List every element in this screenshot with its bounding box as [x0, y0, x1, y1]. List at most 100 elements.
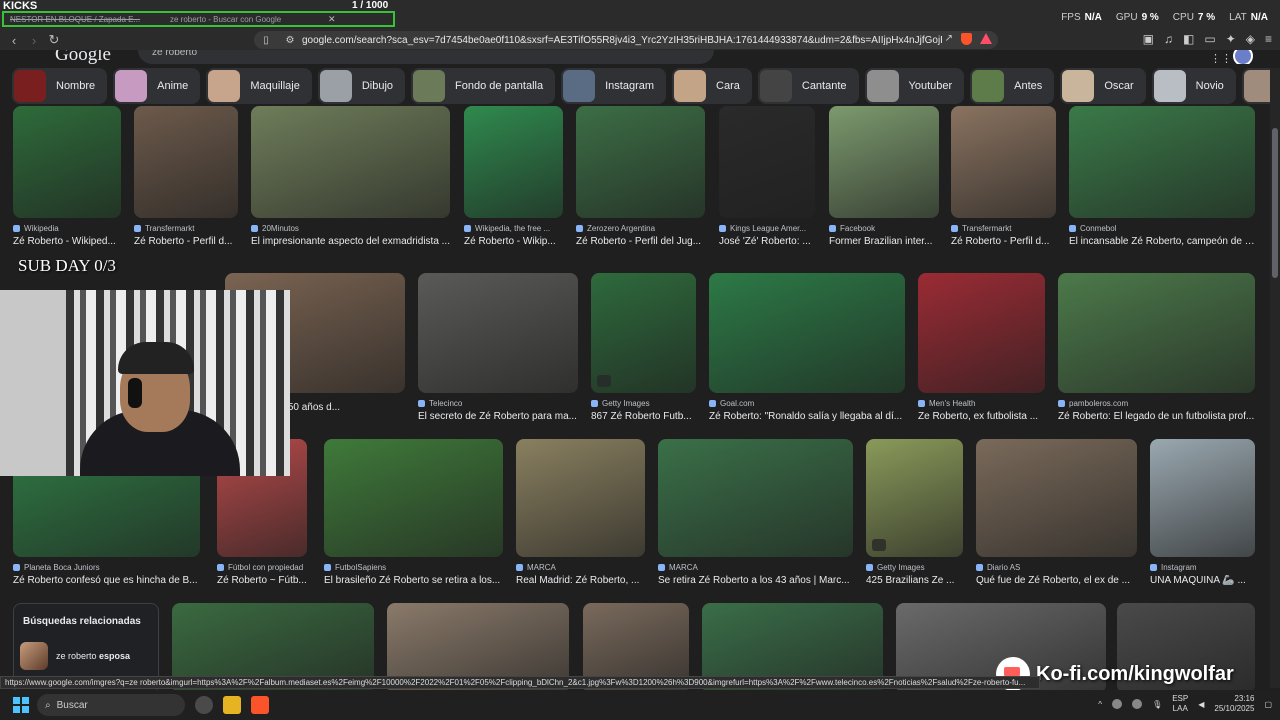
- result-source[interactable]: Goal.com: [709, 399, 905, 408]
- image-result-card[interactable]: Facebook Former Brazilian inter...: [829, 106, 939, 247]
- image-result-card[interactable]: Instagram UNA MÁQUINA 🦾 ...: [1150, 439, 1255, 586]
- brave-shield-icon[interactable]: [961, 33, 972, 45]
- result-thumbnail[interactable]: [591, 273, 696, 393]
- result-source[interactable]: Planeta Boca Juniors: [13, 563, 200, 572]
- tray-chevron-icon[interactable]: ^: [1098, 700, 1102, 709]
- result-thumbnail[interactable]: [1150, 439, 1255, 557]
- result-source[interactable]: FutbolSapiens: [324, 563, 503, 572]
- result-title[interactable]: UNA MÁQUINA 🦾 ...: [1150, 575, 1255, 586]
- image-result-card[interactable]: Getty Images 867 Zé Roberto Futb...: [591, 273, 696, 422]
- result-source[interactable]: pamboleros.com: [1058, 399, 1255, 408]
- result-source[interactable]: 20Minutos: [251, 224, 450, 233]
- leo-icon[interactable]: ✦: [1226, 32, 1236, 46]
- result-title[interactable]: Zé Roberto - Perfil d...: [951, 236, 1056, 247]
- result-source[interactable]: Zerozero Argentina: [576, 224, 705, 233]
- filter-chip[interactable]: Antes: [970, 68, 1055, 104]
- image-result-card[interactable]: Transfermarkt Zé Roberto - Perfil d...: [951, 106, 1056, 247]
- result-thumbnail[interactable]: [251, 106, 450, 218]
- result-source[interactable]: Wikipedia: [13, 224, 121, 233]
- image-result-card[interactable]: MARCA Real Madrid: Zé Roberto, ...: [516, 439, 645, 586]
- filter-chip[interactable]: Nombre: [12, 68, 108, 104]
- language-indicator[interactable]: ESP LAA: [1172, 694, 1188, 714]
- filter-chip[interactable]: Novio: [1151, 68, 1236, 104]
- result-source[interactable]: Transfermarkt: [951, 224, 1056, 233]
- result-title[interactable]: Zé Roberto confesó que es hincha de B...: [13, 575, 200, 586]
- result-title[interactable]: Zé Roberto - Wikip...: [464, 236, 563, 247]
- image-result-card[interactable]: 20Minutos El impresionante aspecto del ex…: [251, 106, 450, 247]
- result-source[interactable]: MARCA: [516, 563, 645, 572]
- image-result-card[interactable]: Wikipedia Zé Roberto - Wikiped...: [13, 106, 121, 247]
- result-source[interactable]: MARCA: [658, 563, 853, 572]
- image-result-card[interactable]: Men's Health Ze Roberto, ex futbolista ..…: [918, 273, 1045, 422]
- share-icon[interactable]: ↗: [945, 33, 953, 45]
- image-result-card[interactable]: Wikipedia, the free ... Zé Roberto - Wiki…: [464, 106, 563, 247]
- tab-ze-roberto[interactable]: ze roberto - Buscar con Google: [164, 15, 324, 24]
- media-icon[interactable]: ♫: [1164, 32, 1173, 46]
- tab-nestor[interactable]: NESTOR EN BLOQUE / Zapada E...: [4, 15, 164, 24]
- related-search-item[interactable]: ze roberto esposa: [20, 642, 130, 670]
- result-title[interactable]: El impresionante aspecto del exmadridist…: [251, 236, 450, 247]
- volume-icon[interactable]: ◀: [1198, 700, 1204, 709]
- result-title[interactable]: El incansable Zé Roberto, campeón de l..…: [1069, 236, 1255, 247]
- image-result-card[interactable]: Goal.com Zé Roberto: "Ronaldo salía y lle…: [709, 273, 905, 422]
- result-title[interactable]: Zé Roberto: El legado de un futbolista p…: [1058, 411, 1255, 422]
- result-source[interactable]: Fútbol con propiedad: [217, 563, 307, 572]
- result-thumbnail[interactable]: [516, 439, 645, 557]
- taskbar-search[interactable]: ⌕ Buscar: [37, 694, 185, 716]
- filter-chip[interactable]: Youtuber: [864, 68, 965, 104]
- result-source[interactable]: Wikipedia, the free ...: [464, 224, 563, 233]
- back-icon[interactable]: ‹: [4, 33, 24, 48]
- image-result-card[interactable]: Getty Images 425 Brazilians Ze ...: [866, 439, 963, 586]
- result-thumbnail[interactable]: [576, 106, 705, 218]
- network-icon[interactable]: [1132, 699, 1143, 709]
- result-thumbnail[interactable]: [918, 273, 1045, 393]
- result-thumbnail[interactable]: [719, 106, 815, 218]
- result-thumbnail[interactable]: [1069, 106, 1255, 218]
- vpn-icon[interactable]: ◈: [1246, 32, 1255, 46]
- search-input[interactable]: ze roberto: [138, 50, 714, 64]
- filter-chip[interactable]: Oscar: [1060, 68, 1146, 104]
- image-result-card[interactable]: Telecinco El secreto de Zé Roberto para m…: [418, 273, 578, 422]
- result-thumbnail[interactable]: [976, 439, 1137, 557]
- reload-icon[interactable]: ↻: [44, 32, 64, 48]
- image-result-card[interactable]: Zerozero Argentina Zé Roberto - Perfil de…: [576, 106, 705, 247]
- task-view-icon[interactable]: [195, 696, 213, 714]
- windows-start-icon[interactable]: [13, 697, 29, 713]
- result-title[interactable]: El secreto de Zé Roberto para ma...: [418, 411, 578, 422]
- result-thumbnail[interactable]: [134, 106, 238, 218]
- result-thumbnail[interactable]: [324, 439, 503, 557]
- result-source[interactable]: Transfermarkt: [134, 224, 238, 233]
- page-scrollbar[interactable]: [1270, 68, 1280, 688]
- image-result-card[interactable]: Conmebol El incansable Zé Roberto, campeó…: [1069, 106, 1255, 247]
- result-title[interactable]: Ze Roberto, ex futbolista ...: [918, 411, 1045, 422]
- scrollbar-thumb[interactable]: [1272, 128, 1278, 278]
- filter-chip[interactable]: Fondo de pantalla: [411, 68, 556, 104]
- result-title[interactable]: Zé Roberto - Perfil del Jug...: [576, 236, 705, 247]
- brave-browser-icon[interactable]: [251, 696, 269, 714]
- clock[interactable]: 23:16 25/10/2025: [1214, 694, 1254, 714]
- wallet-icon[interactable]: ▭: [1204, 32, 1215, 46]
- result-source[interactable]: Men's Health: [918, 399, 1045, 408]
- forward-icon[interactable]: ›: [24, 33, 44, 48]
- url-text[interactable]: google.com/search?sca_esv=7d7454be0ae0f1…: [302, 35, 942, 46]
- image-result-card[interactable]: MARCA Se retira Zé Roberto a los 43 años …: [658, 439, 853, 586]
- result-title[interactable]: Zé Roberto - Perfil d...: [134, 236, 238, 247]
- brave-rewards-icon[interactable]: [980, 33, 992, 44]
- screenshot-icon[interactable]: ▣: [1143, 32, 1154, 46]
- result-thumbnail[interactable]: [866, 439, 963, 557]
- result-title[interactable]: Zé Roberto: "Ronaldo salía y llegaba al …: [709, 411, 905, 422]
- site-info-icon[interactable]: ⚙: [278, 35, 302, 46]
- related-search-text[interactable]: ze roberto esposa: [56, 651, 130, 661]
- account-avatar[interactable]: [1233, 50, 1253, 64]
- result-title[interactable]: 425 Brazilians Ze ...: [866, 575, 963, 586]
- onedrive-icon[interactable]: [1112, 699, 1123, 709]
- image-result-card[interactable]: FutbolSapiens El brasileño Zé Roberto se …: [324, 439, 503, 586]
- menu-icon[interactable]: ≡: [1265, 32, 1272, 46]
- result-thumbnail[interactable]: [418, 273, 578, 393]
- result-source[interactable]: Getty Images: [591, 399, 696, 408]
- image-result-card[interactable]: Transfermarkt Zé Roberto - Perfil d...: [134, 106, 238, 247]
- result-title[interactable]: Former Brazilian inter...: [829, 236, 939, 247]
- filter-chip[interactable]: Dibujo: [317, 68, 406, 104]
- close-tab-icon[interactable]: ✕: [328, 14, 336, 25]
- result-thumbnail[interactable]: [951, 106, 1056, 218]
